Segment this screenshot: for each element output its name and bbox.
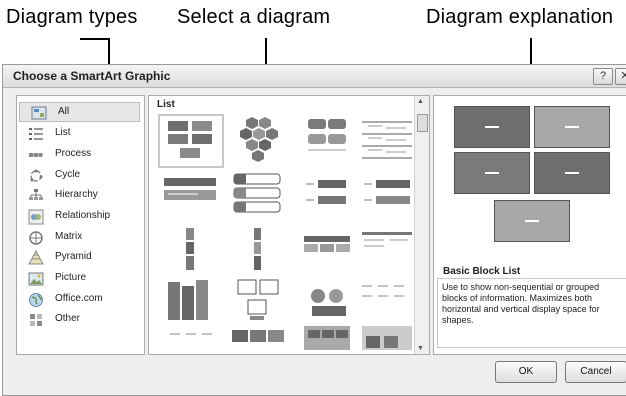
- category-label: All: [58, 106, 70, 117]
- list-icon: [29, 128, 43, 140]
- diagram-vertical-block-list[interactable]: [226, 224, 292, 278]
- cycle-icon: [30, 169, 43, 182]
- ok-button[interactable]: OK: [495, 361, 557, 383]
- cancel-button[interactable]: Cancel: [565, 361, 626, 383]
- preview-block: [454, 106, 530, 148]
- dialog-titlebar: Choose a SmartArt Graphic ? ✕: [3, 65, 626, 88]
- diagram-dots-list[interactable]: [158, 324, 224, 352]
- pyramid-icon: [28, 250, 44, 265]
- preview-description: Use to show non-sequential or grouped bl…: [437, 278, 626, 348]
- diagram-trapezoid-list[interactable]: [354, 224, 420, 278]
- category-label: Matrix: [55, 231, 83, 242]
- diagram-preview: Basic Block List Use to show non-sequent…: [433, 95, 626, 355]
- preview-block: [454, 152, 530, 194]
- picture-icon: [28, 272, 44, 286]
- category-label: Other: [55, 313, 81, 324]
- diagram-horizontal-bullet-list[interactable]: [158, 170, 224, 224]
- dialog-title: Choose a SmartArt Graphic: [13, 69, 171, 83]
- preview-title: Basic Block List: [443, 266, 521, 277]
- hierarchy-icon: [29, 189, 43, 200]
- process-icon: [29, 153, 43, 157]
- diagram-hexagon-list[interactable]: [226, 114, 292, 168]
- scroll-up-icon[interactable]: ▲: [417, 98, 424, 105]
- category-label: Process: [55, 148, 92, 159]
- category-item-all[interactable]: All: [19, 102, 140, 122]
- category-item-picture[interactable]: Picture: [17, 269, 142, 289]
- category-item-other[interactable]: Other: [17, 310, 142, 330]
- category-item-list[interactable]: List: [17, 124, 142, 144]
- other-icon: [30, 314, 42, 326]
- callout-select-diagram: Select a diagram: [177, 6, 331, 28]
- diagram-table-list[interactable]: [294, 224, 360, 278]
- globe-icon: [29, 293, 43, 307]
- smartart-dialog: Choose a SmartArt Graphic ? ✕ All List P…: [2, 64, 626, 396]
- category-label: Office.com: [55, 293, 103, 304]
- callout-diagram-explanation: Diagram explanation: [426, 6, 614, 28]
- diagram-basic-block-list[interactable]: [158, 114, 224, 168]
- category-item-matrix[interactable]: Matrix: [17, 228, 142, 248]
- category-label: Cycle: [55, 169, 81, 180]
- diagram-grouped-list[interactable]: [294, 114, 360, 168]
- category-label: Picture: [55, 272, 87, 283]
- diagram-stacked-list[interactable]: [226, 170, 292, 224]
- diagram-horizontal-block-list[interactable]: [226, 324, 292, 352]
- relationship-icon: [28, 209, 44, 225]
- category-item-hierarchy[interactable]: Hierarchy: [17, 186, 142, 206]
- category-label: Hierarchy: [55, 189, 98, 200]
- preview-block: [534, 106, 610, 148]
- preview-block: [534, 152, 610, 194]
- matrix-icon: [29, 231, 43, 245]
- diagram-vertical-bracket-list[interactable]: [354, 170, 420, 224]
- category-item-cycle[interactable]: Cycle: [17, 166, 142, 186]
- callout-line-types-h: [80, 38, 110, 40]
- callout-diagram-types: Diagram types: [6, 6, 138, 28]
- category-item-relationship[interactable]: Relationship: [17, 207, 142, 227]
- diagram-bracket-list[interactable]: [294, 170, 360, 224]
- preview-block: [494, 200, 570, 242]
- all-icon: [31, 106, 47, 120]
- category-label: List: [55, 127, 71, 138]
- diagram-gallery: List ▲ ▼: [148, 95, 430, 355]
- diagram-vertical-box-list[interactable]: [158, 224, 224, 278]
- category-item-pyramid[interactable]: Pyramid: [17, 248, 142, 268]
- diagram-lined-list[interactable]: [354, 114, 420, 168]
- diagram-segmented-list[interactable]: [354, 324, 420, 352]
- diagram-grid-list[interactable]: [294, 324, 360, 352]
- category-item-office-com[interactable]: Office.com: [17, 290, 142, 310]
- help-button[interactable]: ?: [593, 68, 613, 85]
- category-label: Pyramid: [55, 251, 92, 262]
- category-list: All List Process Cycle Hierarchy Relatio…: [16, 95, 145, 355]
- category-item-process[interactable]: Process: [17, 145, 142, 165]
- category-label: Relationship: [55, 210, 111, 221]
- close-button[interactable]: ✕: [615, 68, 626, 85]
- gallery-heading: List: [157, 99, 175, 110]
